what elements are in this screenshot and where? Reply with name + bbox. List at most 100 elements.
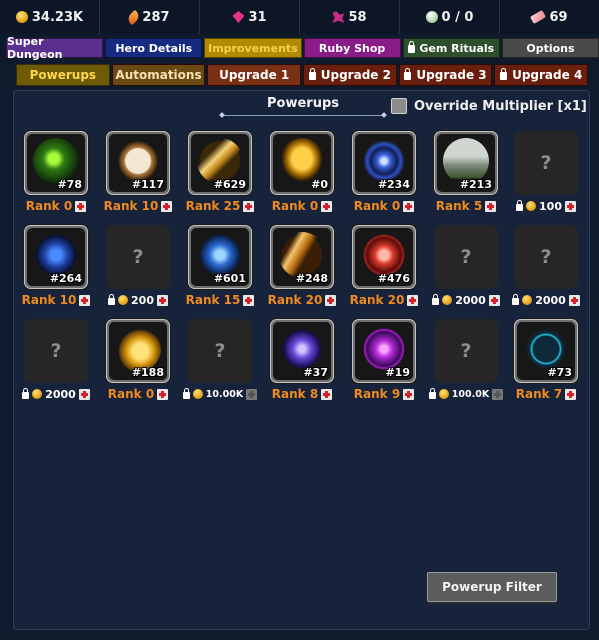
buy-plus-icon[interactable] [78, 388, 90, 400]
powerup-slot[interactable]: #248 Rank 20 [266, 225, 338, 307]
rank-up-plus-icon[interactable] [325, 294, 337, 306]
tab-label: Improvements [208, 41, 298, 55]
powerup-count: #117 [131, 178, 164, 191]
powerup-slot[interactable]: #476 Rank 20 [348, 225, 420, 307]
gold-amount: 34.23K [31, 9, 84, 25]
powerup-slot[interactable]: #234 Rank 0 [348, 131, 420, 213]
rank-up-plus-icon[interactable] [403, 200, 415, 212]
override-checkbox[interactable] [391, 98, 407, 114]
buy-plus-icon[interactable] [488, 294, 500, 306]
buy-plus-icon[interactable] [492, 388, 504, 400]
subtab-powerups[interactable]: Powerups [16, 64, 110, 86]
locked-powerup-slot[interactable]: ? 2000 [20, 319, 92, 401]
ruby-amount: 31 [248, 9, 267, 25]
subtab-upgrade-2[interactable]: Upgrade 2 [303, 64, 397, 86]
locked-powerup-slot[interactable]: ? 100 [510, 131, 582, 213]
powerup-footer: 100.0K [428, 387, 504, 401]
powerup-icon-frame[interactable]: #19 [352, 319, 416, 383]
override-multiplier-toggle[interactable]: Override Multiplier [x1] [391, 98, 587, 114]
powerup-slot[interactable]: #601 Rank 15 [184, 225, 256, 307]
resource-bar: 34.23K 287 31 58 0 / 0 69 [0, 0, 599, 34]
powerup-icon-frame[interactable]: #0 [270, 131, 334, 195]
rank-up-plus-icon[interactable] [75, 200, 87, 212]
powerup-slot[interactable]: #37 Rank 8 [266, 319, 338, 401]
powerup-rank: Rank 0 [271, 199, 319, 213]
subtab-automations[interactable]: Automations [111, 64, 206, 86]
locked-powerup-slot[interactable]: ? 10.00K [182, 319, 258, 401]
gem-shards-icon [332, 11, 345, 23]
powerup-icon-frame[interactable]: ? [434, 319, 498, 383]
powerup-icon-frame[interactable]: #117 [106, 131, 170, 195]
powerup-slot[interactable]: #264 Rank 10 [20, 225, 92, 307]
buy-plus-icon[interactable] [564, 200, 576, 212]
tab-hero-details[interactable]: Hero Details [105, 38, 203, 58]
egg-amount: 0 / 0 [441, 9, 474, 25]
tab-label: Options [526, 41, 575, 55]
powerup-filter-button[interactable]: Powerup Filter [427, 572, 557, 602]
powerup-icon-frame[interactable]: ? [106, 225, 170, 289]
rank-up-plus-icon[interactable] [321, 200, 333, 212]
powerup-footer: Rank 7 [510, 387, 582, 401]
powerup-slot[interactable]: #188 Rank 0 [102, 319, 174, 401]
rank-up-plus-icon[interactable] [243, 200, 255, 212]
locked-powerup-slot[interactable]: ? 100.0K [428, 319, 504, 401]
buy-plus-icon[interactable] [156, 294, 168, 306]
powerup-icon-frame[interactable]: ? [24, 319, 88, 383]
rank-up-plus-icon[interactable] [403, 388, 415, 400]
powerup-icon-frame[interactable]: #601 [188, 225, 252, 289]
tab-gem-rituals[interactable]: Gem Rituals [402, 38, 500, 58]
powerup-icon-frame[interactable]: #264 [24, 225, 88, 289]
powerup-slot[interactable]: #19 Rank 9 [348, 319, 420, 401]
powerup-icon-frame[interactable]: #188 [106, 319, 170, 383]
powerup-slot[interactable]: #78 Rank 0 [20, 131, 92, 213]
powerup-icon-frame[interactable]: #629 [188, 131, 252, 195]
section-title: Powerups [267, 96, 339, 111]
locked-powerup-slot[interactable]: ? 200 [102, 225, 174, 307]
subtab-upgrade-1[interactable]: Upgrade 1 [207, 64, 302, 86]
rank-up-plus-icon[interactable] [157, 388, 169, 400]
buy-plus-icon[interactable] [246, 388, 258, 400]
powerup-footer: 2000 [510, 293, 582, 307]
rank-up-plus-icon[interactable] [485, 200, 497, 212]
subtab-upgrade-3[interactable]: Upgrade 3 [398, 64, 493, 86]
powerup-icon-frame[interactable]: ? [514, 225, 578, 289]
buy-plus-icon[interactable] [568, 294, 580, 306]
powerup-icon-frame[interactable]: #73 [514, 319, 578, 383]
powerup-icon-frame[interactable]: ? [514, 131, 578, 195]
locked-powerup-slot[interactable]: ? 2000 [510, 225, 582, 307]
powerup-slot[interactable]: #213 Rank 5 [430, 131, 502, 213]
powerup-icon-inner: ? [437, 228, 495, 286]
rank-up-plus-icon[interactable] [79, 294, 91, 306]
subtab-upgrade-4[interactable]: Upgrade 4 [494, 64, 589, 86]
rank-up-plus-icon[interactable] [321, 388, 333, 400]
locked-powerup-slot[interactable]: ? 2000 [430, 225, 502, 307]
powerup-slot[interactable]: #0 Rank 0 [266, 131, 338, 213]
powerup-icon-frame[interactable]: ? [188, 319, 252, 383]
rank-up-plus-icon[interactable] [243, 294, 255, 306]
tab-super-dungeon[interactable]: Super Dungeon [6, 35, 104, 61]
powerup-icon-frame[interactable]: #78 [24, 131, 88, 195]
powerup-icon-frame[interactable]: #37 [270, 319, 334, 383]
powerup-slot[interactable]: #73 Rank 7 [510, 319, 582, 401]
powerup-footer: Rank 0 [348, 199, 420, 213]
powerup-slot[interactable]: #629 Rank 25 [184, 131, 256, 213]
unlock-cost: 200 [131, 293, 154, 307]
tab-ruby-shop[interactable]: Ruby Shop [303, 38, 401, 58]
unlock-cost: 100.0K [451, 388, 490, 400]
powerup-rank: Rank 15 [185, 293, 241, 307]
powerup-icon-frame[interactable]: ? [434, 225, 498, 289]
powerup-slot[interactable]: #117 Rank 10 [102, 131, 174, 213]
rank-up-plus-icon[interactable] [407, 294, 419, 306]
tab-improvements[interactable]: Improvements [204, 38, 302, 58]
rank-up-plus-icon[interactable] [565, 388, 577, 400]
powerup-footer: Rank 10 [102, 199, 174, 213]
lock-icon [408, 41, 416, 53]
powerup-icon-frame[interactable]: #248 [270, 225, 334, 289]
powerup-icon-frame[interactable]: #213 [434, 131, 498, 195]
powerup-icon-frame[interactable]: #476 [352, 225, 416, 289]
powerup-icon-frame[interactable]: #234 [352, 131, 416, 195]
powerup-rank: Rank 7 [515, 387, 563, 401]
padlock-icon [108, 294, 116, 305]
rank-up-plus-icon[interactable] [161, 200, 173, 212]
tab-options[interactable]: Options [501, 38, 599, 58]
